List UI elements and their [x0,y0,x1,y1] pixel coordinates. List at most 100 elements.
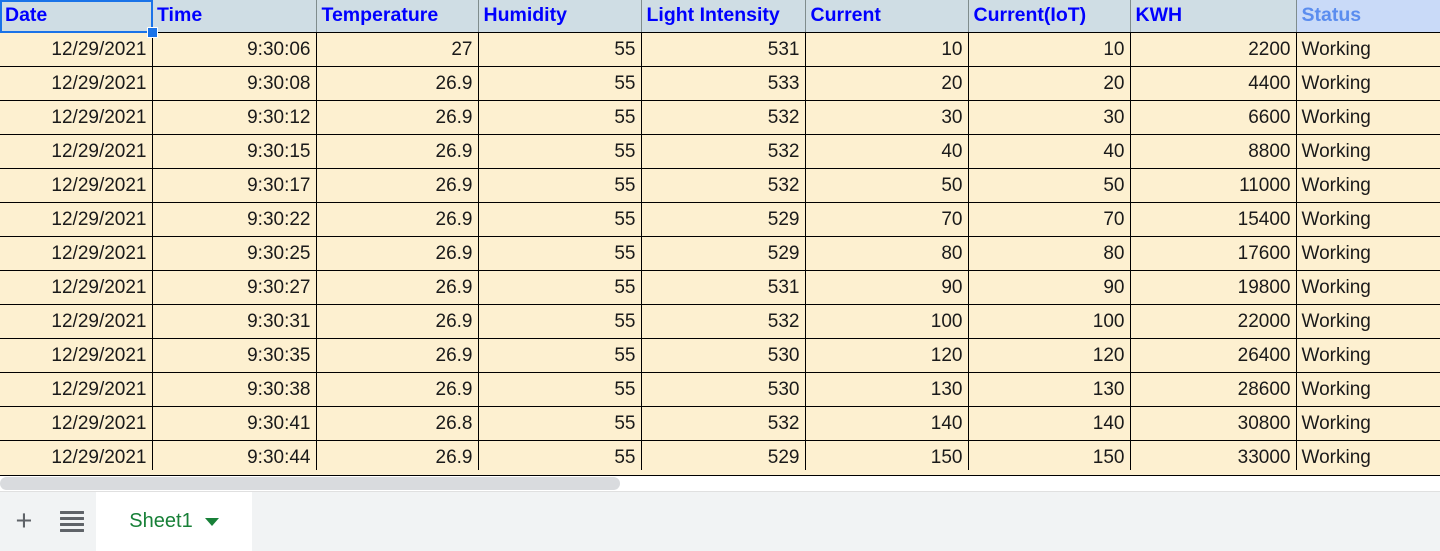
cell-current_iot[interactable]: 10 [968,32,1131,67]
add-sheet-button[interactable]: + [0,492,48,551]
cell-current[interactable]: 30 [805,100,969,135]
cell-date[interactable]: 12/29/2021 [0,202,153,237]
cell-date[interactable]: 12/29/2021 [0,236,153,271]
cell-light[interactable]: 532 [641,168,806,203]
cell-kwh[interactable]: 22000 [1130,304,1297,339]
cell-status[interactable]: Working [1296,236,1440,271]
cell-date[interactable]: 12/29/2021 [0,100,153,135]
cell-time[interactable]: 9:30:25 [152,236,317,271]
cell-status[interactable]: Working [1296,338,1440,373]
cell-status[interactable]: Working [1296,440,1440,471]
cell-time[interactable]: 9:30:35 [152,338,317,373]
cell-light[interactable]: 531 [641,270,806,305]
cell-status[interactable]: Working [1296,304,1440,339]
column-header-current[interactable]: Current [805,0,969,33]
cell-light[interactable]: 530 [641,338,806,373]
column-header-date[interactable]: Date [0,0,152,33]
cell-kwh[interactable]: 4400 [1130,66,1297,101]
fill-handle[interactable] [147,27,158,38]
horizontal-scrollbar-thumb[interactable] [0,477,620,490]
cell-temperature[interactable]: 26.9 [316,372,479,407]
cell-humidity[interactable]: 55 [478,236,642,271]
cell-date[interactable]: 12/29/2021 [0,270,153,305]
cell-date[interactable]: 12/29/2021 [0,168,153,203]
cell-kwh[interactable]: 17600 [1130,236,1297,271]
cell-current[interactable]: 50 [805,168,969,203]
cell-status[interactable]: Working [1296,406,1440,441]
column-header-light[interactable]: Light Intensity [641,0,806,33]
cell-temperature[interactable]: 26.9 [316,236,479,271]
cell-time[interactable]: 9:30:41 [152,406,317,441]
cell-light[interactable]: 529 [641,236,806,271]
cell-date[interactable]: 12/29/2021 [0,406,153,441]
cell-humidity[interactable]: 55 [478,338,642,373]
cell-current[interactable]: 120 [805,338,969,373]
cell-kwh[interactable]: 28600 [1130,372,1297,407]
column-header-time[interactable]: Time [152,0,317,33]
cell-status[interactable]: Working [1296,134,1440,169]
column-header-kwh[interactable]: KWH [1130,0,1297,33]
cell-light[interactable]: 532 [641,134,806,169]
cell-humidity[interactable]: 55 [478,66,642,101]
cell-temperature[interactable]: 26.9 [316,168,479,203]
cell-kwh[interactable]: 33000 [1130,440,1297,471]
cell-time[interactable]: 9:30:12 [152,100,317,135]
cell-kwh[interactable]: 19800 [1130,270,1297,305]
cell-kwh[interactable]: 8800 [1130,134,1297,169]
cell-current_iot[interactable]: 40 [968,134,1131,169]
cell-humidity[interactable]: 55 [478,134,642,169]
cell-temperature[interactable]: 26.9 [316,66,479,101]
cell-light[interactable]: 533 [641,66,806,101]
cell-status[interactable]: Working [1296,32,1440,67]
cell-kwh[interactable]: 15400 [1130,202,1297,237]
cell-light[interactable]: 531 [641,32,806,67]
cell-time[interactable]: 9:30:38 [152,372,317,407]
cell-time[interactable]: 9:30:22 [152,202,317,237]
cell-status[interactable]: Working [1296,100,1440,135]
cell-light[interactable]: 529 [641,440,806,471]
cell-kwh[interactable]: 2200 [1130,32,1297,67]
cell-humidity[interactable]: 55 [478,168,642,203]
cell-time[interactable]: 9:30:27 [152,270,317,305]
cell-time[interactable]: 9:30:44 [152,440,317,471]
cell-kwh[interactable]: 6600 [1130,100,1297,135]
cell-humidity[interactable]: 55 [478,372,642,407]
cell-humidity[interactable]: 55 [478,270,642,305]
cell-current[interactable]: 150 [805,440,969,471]
cell-humidity[interactable]: 55 [478,406,642,441]
cell-current_iot[interactable]: 50 [968,168,1131,203]
cell-current_iot[interactable]: 80 [968,236,1131,271]
cell-date[interactable]: 12/29/2021 [0,440,153,471]
cell-date[interactable]: 12/29/2021 [0,66,153,101]
cell-light[interactable]: 530 [641,372,806,407]
cell-humidity[interactable]: 55 [478,304,642,339]
cell-current_iot[interactable]: 120 [968,338,1131,373]
cell-current[interactable]: 40 [805,134,969,169]
cell-light[interactable]: 532 [641,406,806,441]
column-header-status[interactable]: Status [1296,0,1440,33]
cell-kwh[interactable]: 26400 [1130,338,1297,373]
cell-kwh[interactable]: 30800 [1130,406,1297,441]
cell-date[interactable]: 12/29/2021 [0,304,153,339]
cell-current_iot[interactable]: 20 [968,66,1131,101]
cell-current_iot[interactable]: 30 [968,100,1131,135]
cell-date[interactable]: 12/29/2021 [0,134,153,169]
cell-temperature[interactable]: 26.9 [316,134,479,169]
cell-humidity[interactable]: 55 [478,100,642,135]
cell-current[interactable]: 20 [805,66,969,101]
cell-status[interactable]: Working [1296,372,1440,407]
cell-time[interactable]: 9:30:15 [152,134,317,169]
cell-status[interactable]: Working [1296,270,1440,305]
cell-temperature[interactable]: 27 [316,32,479,67]
cell-current[interactable]: 10 [805,32,969,67]
cell-current_iot[interactable]: 150 [968,440,1131,471]
cell-temperature[interactable]: 26.9 [316,100,479,135]
cell-status[interactable]: Working [1296,66,1440,101]
cell-light[interactable]: 532 [641,100,806,135]
cell-time[interactable]: 9:30:17 [152,168,317,203]
cell-current[interactable]: 140 [805,406,969,441]
all-sheets-button[interactable] [48,492,96,551]
column-header-humidity[interactable]: Humidity [478,0,642,33]
cell-light[interactable]: 529 [641,202,806,237]
cell-date[interactable]: 12/29/2021 [0,32,153,67]
